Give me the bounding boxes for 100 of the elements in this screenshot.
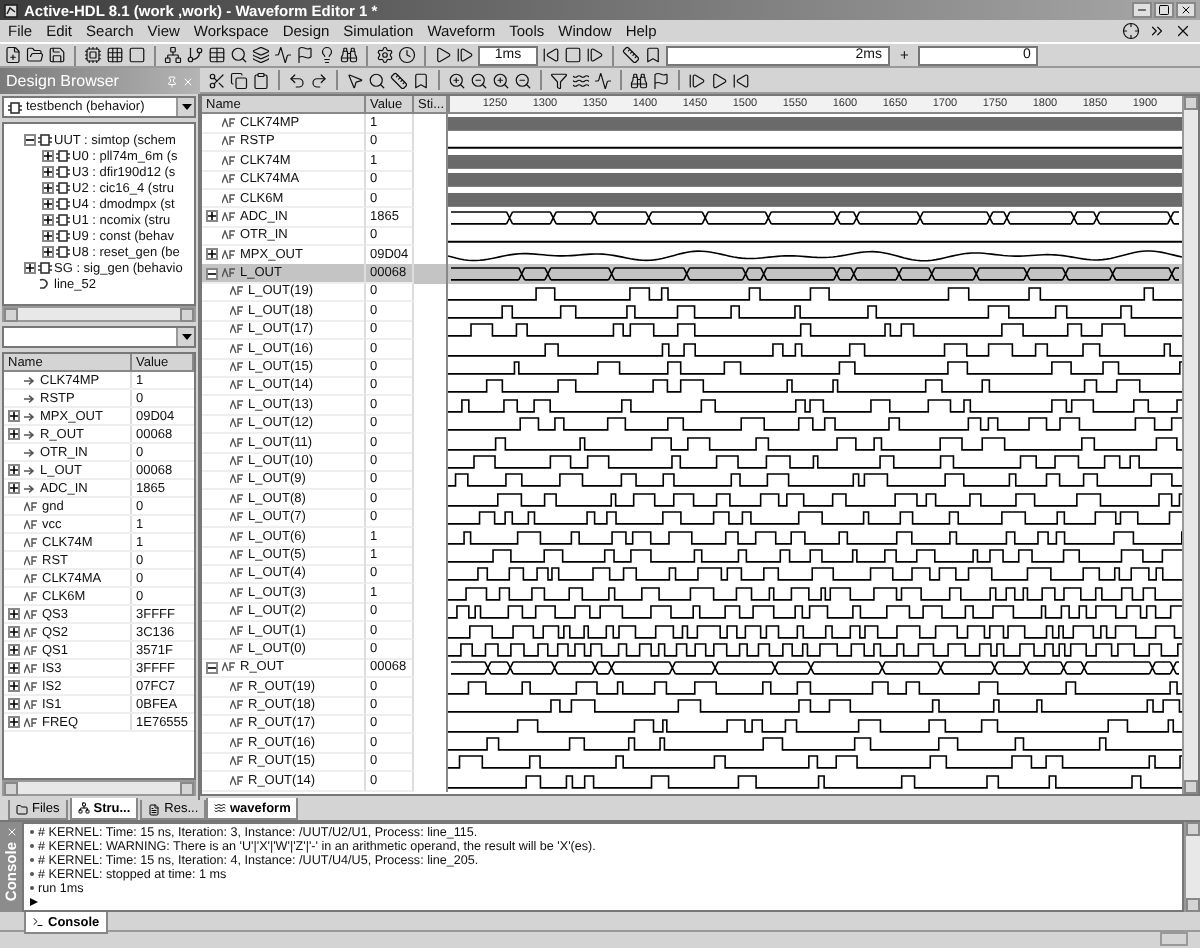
- search-icon[interactable]: [368, 71, 386, 89]
- expand-toggle[interactable]: [42, 246, 54, 258]
- branch-icon[interactable]: [186, 46, 204, 64]
- skip-back-icon[interactable]: [542, 46, 560, 64]
- expand-toggle[interactable]: [24, 134, 36, 146]
- play-icon[interactable]: [434, 46, 452, 64]
- search-icon[interactable]: [230, 46, 248, 64]
- signal-icon: [230, 681, 244, 692]
- expand-toggle[interactable]: [42, 198, 54, 210]
- waves-icon[interactable]: [572, 71, 590, 89]
- chevrons-icon[interactable]: [1148, 22, 1166, 40]
- expand-toggle[interactable]: [8, 410, 20, 422]
- expand-toggle[interactable]: [206, 248, 218, 261]
- layers-icon[interactable]: [252, 46, 270, 64]
- expand-toggle[interactable]: [206, 210, 218, 223]
- expand-toggle[interactable]: [206, 661, 218, 674]
- redo-icon[interactable]: [310, 71, 328, 89]
- bookmark-icon[interactable]: [644, 46, 662, 64]
- skip-back-icon[interactable]: [732, 71, 750, 89]
- grid-icon[interactable]: [106, 46, 124, 64]
- filter-icon[interactable]: [550, 71, 568, 89]
- zoom-out-icon[interactable]: [514, 71, 532, 89]
- maximize-button[interactable]: [1154, 2, 1174, 18]
- scissors-icon[interactable]: [208, 71, 226, 89]
- network-icon[interactable]: [164, 46, 182, 64]
- port-arrow-icon: [24, 483, 36, 493]
- save-icon[interactable]: [48, 46, 66, 64]
- flag-icon[interactable]: [296, 46, 314, 64]
- table-icon[interactable]: [208, 46, 226, 64]
- activity-icon[interactable]: [594, 71, 612, 89]
- expand-toggle[interactable]: [8, 608, 20, 620]
- binoculars-icon[interactable]: [340, 46, 358, 64]
- new-file-icon[interactable]: [4, 46, 22, 64]
- expand-toggle[interactable]: [8, 626, 20, 638]
- expand-toggle[interactable]: [42, 182, 54, 194]
- square-icon[interactable]: [128, 46, 146, 64]
- vertical-scrollbar[interactable]: [1182, 96, 1198, 794]
- port-arrow-icon: [24, 375, 36, 385]
- expand-toggle[interactable]: [42, 150, 54, 162]
- port-arrow-icon: [24, 465, 36, 475]
- zoom-in-icon[interactable]: [492, 71, 510, 89]
- pointer-icon[interactable]: [346, 71, 364, 89]
- dropdown-arrow-icon: [181, 334, 191, 340]
- expand-toggle[interactable]: [8, 482, 20, 494]
- prompt-icon[interactable]: [30, 897, 38, 906]
- ruler-icon[interactable]: [390, 71, 408, 89]
- clock-icon[interactable]: [398, 46, 416, 64]
- binoculars-icon[interactable]: [630, 71, 648, 89]
- bookmark-icon[interactable]: [412, 71, 430, 89]
- expand-toggle[interactable]: [8, 680, 20, 692]
- expand-toggle[interactable]: [8, 698, 20, 710]
- ruler-icon[interactable]: [622, 46, 640, 64]
- close-button[interactable]: [1176, 2, 1196, 18]
- component-icon: [56, 166, 70, 178]
- expand-toggle[interactable]: [206, 267, 218, 280]
- close-icon[interactable]: [1174, 22, 1192, 40]
- expand-toggle[interactable]: [8, 428, 20, 440]
- step-icon[interactable]: [586, 46, 604, 64]
- signal-icon: [24, 555, 38, 565]
- flag-icon[interactable]: [652, 71, 670, 89]
- expand-toggle[interactable]: [42, 166, 54, 178]
- settings-icon[interactable]: [376, 46, 394, 64]
- filter-dropdown[interactable]: [2, 326, 196, 348]
- expand-toggle[interactable]: [8, 662, 20, 674]
- step-icon[interactable]: [456, 46, 474, 64]
- signal-icon: [230, 380, 244, 391]
- signal-icon: [24, 681, 38, 691]
- expand-toggle[interactable]: [8, 644, 20, 656]
- undo-icon[interactable]: [288, 71, 306, 89]
- signal-icon: [24, 537, 38, 547]
- port-arrow-icon: [24, 429, 36, 439]
- expand-toggle[interactable]: [24, 262, 36, 274]
- chip-icon[interactable]: [84, 46, 102, 64]
- copy-icon[interactable]: [230, 71, 248, 89]
- expand-toggle[interactable]: [42, 214, 54, 226]
- expand-toggle[interactable]: [8, 716, 20, 728]
- expand-toggle[interactable]: [8, 464, 20, 476]
- vertical-scrollbar[interactable]: [1184, 822, 1200, 912]
- signal-icon: [222, 211, 236, 222]
- zoom-in-icon[interactable]: [448, 71, 466, 89]
- activity-icon[interactable]: [274, 46, 292, 64]
- horizontal-scrollbar[interactable]: [2, 306, 196, 322]
- horizontal-scrollbar[interactable]: [2, 780, 196, 796]
- crosshair-icon[interactable]: [1122, 22, 1140, 40]
- clipboard-icon[interactable]: [252, 71, 270, 89]
- signal-icon: [230, 305, 244, 316]
- signal-icon: [230, 324, 244, 335]
- zoom-out-icon[interactable]: [470, 71, 488, 89]
- signal-icon: [230, 718, 244, 729]
- open-folder-icon[interactable]: [26, 46, 44, 64]
- expand-toggle[interactable]: [42, 230, 54, 242]
- step-icon[interactable]: [688, 71, 706, 89]
- dropdown-arrow-icon: [181, 104, 191, 110]
- stop-icon[interactable]: [564, 46, 582, 64]
- minimize-button[interactable]: [1132, 2, 1152, 18]
- play-icon[interactable]: [710, 71, 728, 89]
- component-icon: [8, 101, 22, 113]
- port-arrow-icon: [24, 393, 36, 403]
- signal-icon: [24, 591, 38, 601]
- signal-icon: [24, 501, 38, 511]
